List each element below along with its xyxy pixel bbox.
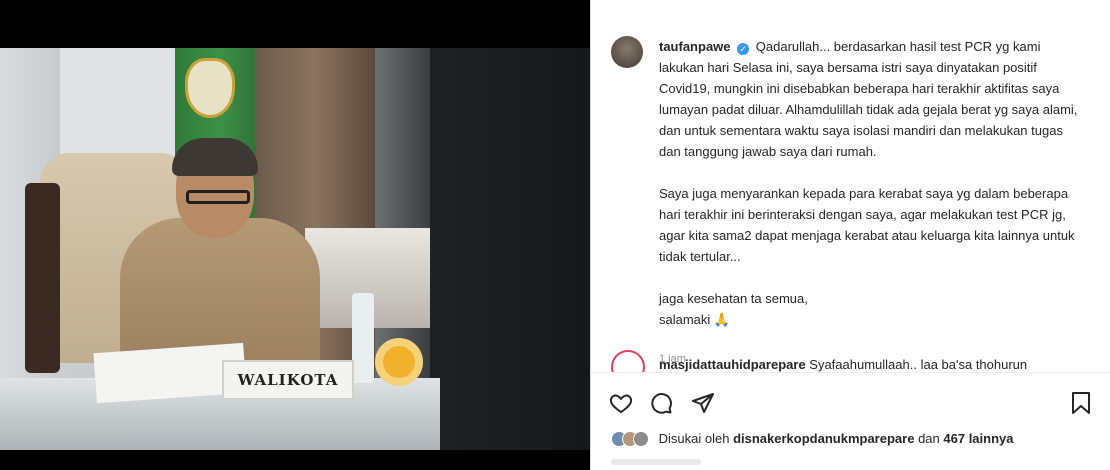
nameplate: WALIKOTA xyxy=(222,360,354,400)
comments-scroll[interactable]: taufanpawe ✓ Qadarullah... berdasarkan h… xyxy=(591,0,1110,372)
likes-summary[interactable]: Disukai oleh disnakerkopdanukmparepare d… xyxy=(611,431,1014,450)
caption-paragraph-3: jaga kesehatan ta semua, xyxy=(659,291,808,306)
share-icon[interactable] xyxy=(689,389,717,417)
bookmark-icon[interactable] xyxy=(1067,389,1095,417)
commenter-username[interactable]: masjidattauhidparepare xyxy=(659,357,806,372)
chair-arm xyxy=(25,183,60,373)
author-username[interactable]: taufanpawe xyxy=(659,39,731,54)
verified-icon: ✓ xyxy=(737,43,750,55)
author-avatar[interactable] xyxy=(611,36,643,68)
caption-paragraph-2: Saya juga menyarankan kepada para keraba… xyxy=(659,183,1079,267)
likes-others[interactable]: 467 lainnya xyxy=(943,431,1013,446)
caption-paragraph-1: taufanpawe ✓ Qadarullah... berdasarkan h… xyxy=(659,36,1079,162)
liker-avatars xyxy=(611,431,649,450)
likes-prefix: Disukai oleh xyxy=(658,431,730,446)
comment-text: masjidattauhidparepare Syafaahumullaah..… xyxy=(659,357,1027,372)
post-media[interactable]: WALIKOTA xyxy=(0,0,590,470)
comment-icon[interactable] xyxy=(647,389,675,417)
liker-username[interactable]: disnakerkopdanukmparepare xyxy=(733,431,914,446)
commenter-avatar[interactable] xyxy=(611,350,645,372)
comment-item: masjidattauhidparepare Syafaahumullaah..… xyxy=(611,350,1091,372)
sanitizer-bottle xyxy=(352,293,374,383)
heart-icon[interactable] xyxy=(607,389,635,417)
post-panel: taufanpawe ✓ Qadarullah... berdasarkan h… xyxy=(590,0,1110,470)
caption-text-2: Saya juga menyarankan kepada para keraba… xyxy=(659,186,1075,264)
action-bar: Disukai oleh disnakerkopdanukmparepare d… xyxy=(591,372,1110,470)
post-date-cutoff xyxy=(611,459,701,465)
flag-emblem xyxy=(185,58,235,118)
dark-foreground xyxy=(430,48,590,450)
post-photo[interactable]: WALIKOTA xyxy=(0,48,590,450)
liker-avatar xyxy=(633,431,649,447)
caption-paragraph-4: salamaki 🙏 xyxy=(659,312,731,327)
post-caption: taufanpawe ✓ Qadarullah... berdasarkan h… xyxy=(659,36,1079,370)
tape-dispenser xyxy=(375,338,423,386)
comment-body: Syafaahumullaah.. laa ba'sa thohurun xyxy=(809,357,1028,372)
glasses xyxy=(186,190,250,204)
nameplate-text: WALIKOTA xyxy=(237,371,339,389)
person-hair xyxy=(172,138,258,176)
caption-text-1: Qadarullah... berdasarkan hasil test PCR… xyxy=(659,39,1078,159)
likes-joiner: dan xyxy=(918,431,940,446)
